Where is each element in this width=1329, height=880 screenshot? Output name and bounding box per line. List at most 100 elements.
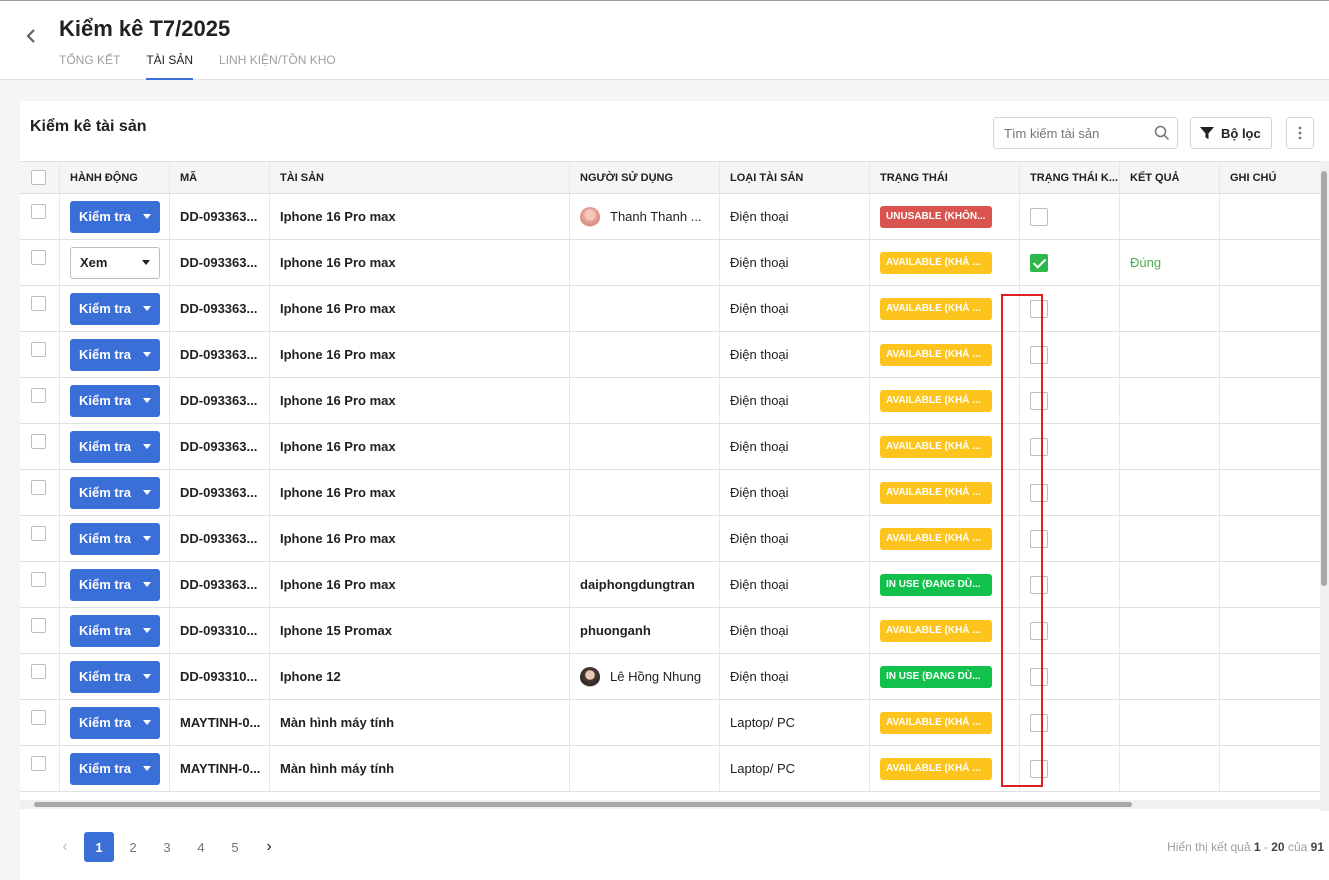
status-badge: AVAILABLE (KHẢ ...	[880, 619, 992, 642]
filter-button[interactable]: Bộ lọc	[1190, 117, 1272, 149]
column-header[interactable]: GHI CHÚ	[1220, 162, 1320, 193]
action-label: Kiểm tra	[79, 669, 132, 684]
result-prefix: Hiển thị kết quả	[1167, 840, 1251, 854]
asset-code: DD-093363...	[170, 286, 270, 331]
tab-summary[interactable]: TỔNG KẾT	[59, 52, 120, 80]
column-header[interactable]: HÀNH ĐỘNG	[60, 162, 170, 193]
row-select-checkbox[interactable]	[31, 342, 46, 357]
action-dropdown-button[interactable]: Kiểm tra	[70, 384, 160, 417]
row-select-checkbox[interactable]	[31, 204, 46, 219]
user-name: Thanh Thanh ...	[610, 209, 702, 224]
asset-code: DD-093310...	[170, 654, 270, 699]
action-dropdown-button[interactable]: Kiểm tra	[70, 568, 160, 601]
column-header[interactable]: TÀI SẢN	[270, 162, 570, 193]
avatar	[580, 206, 600, 227]
row-select-checkbox[interactable]	[31, 388, 46, 403]
asset-code: DD-093363...	[170, 562, 270, 607]
asset-type: Điện thoại	[720, 654, 870, 699]
page-button[interactable]: 4	[186, 832, 216, 862]
table-row: Kiểm tra DD-093363... Iphone 16 Pro max Điệ…	[20, 332, 1320, 378]
asset-code: MAYTINH-0...	[170, 700, 270, 745]
note	[1220, 286, 1320, 331]
range-separator: -	[1263, 840, 1268, 854]
caret-down-icon	[143, 582, 151, 587]
asset-code: DD-093363...	[170, 516, 270, 561]
action-dropdown-button[interactable]: Kiểm tra	[70, 200, 160, 233]
asset-code: DD-093363...	[170, 240, 270, 285]
check-status-checkbox[interactable]	[1030, 207, 1048, 226]
asset-name: Màn hình máy tính	[270, 700, 570, 745]
check-status-checkbox[interactable]	[1030, 253, 1048, 272]
filter-label: Bộ lọc	[1221, 125, 1261, 141]
asset-type: Điện thoại	[720, 516, 870, 561]
more-options-button[interactable]	[1286, 117, 1314, 149]
horizontal-scroll-thumb[interactable]	[34, 802, 1132, 807]
row-select-checkbox[interactable]	[31, 664, 46, 679]
table-row: Kiểm tra MAYTINH-0... Màn hình máy tính Lap…	[20, 746, 1320, 792]
page-button[interactable]: 5	[220, 832, 250, 862]
row-select-checkbox[interactable]	[31, 296, 46, 311]
action-dropdown-button[interactable]: Kiểm tra	[70, 660, 160, 693]
column-header[interactable]: MÃ	[170, 162, 270, 193]
row-select-checkbox[interactable]	[31, 480, 46, 495]
row-select-checkbox[interactable]	[31, 434, 46, 449]
check-result	[1120, 516, 1220, 561]
column-header[interactable]: TRẠNG THÁI	[870, 162, 1020, 193]
page-title: Kiểm kê T7/2025	[59, 16, 231, 41]
search-input[interactable]	[993, 117, 1178, 149]
asset-name: Màn hình máy tính	[270, 746, 570, 791]
table-row: Kiểm tra DD-093310... Iphone 12 Lê Hồng Nhu…	[20, 654, 1320, 700]
highlight-box	[1001, 294, 1043, 787]
action-dropdown-button[interactable]: Kiểm tra	[70, 522, 160, 555]
row-select-checkbox[interactable]	[31, 250, 46, 265]
table-row: Kiểm tra DD-093363... Iphone 16 Pro max Điệ…	[20, 424, 1320, 470]
vertical-scrollbar[interactable]	[1320, 161, 1329, 811]
vertical-scroll-thumb[interactable]	[1321, 171, 1327, 586]
page-button[interactable]: 1	[84, 832, 114, 862]
action-dropdown-button[interactable]: Kiểm tra	[70, 706, 160, 739]
next-page-chevron-icon[interactable]: ›	[254, 832, 284, 862]
action-dropdown-button[interactable]: Kiểm tra	[70, 752, 160, 785]
status-badge: AVAILABLE (KHẢ ...	[880, 251, 992, 274]
action-dropdown-button[interactable]: Xem	[70, 246, 160, 279]
row-select-checkbox[interactable]	[31, 710, 46, 725]
row-select-checkbox[interactable]	[31, 618, 46, 633]
table-row: Kiểm tra DD-093363... Iphone 16 Pro max Tha…	[20, 194, 1320, 240]
caret-down-icon	[143, 398, 151, 403]
tab-components-inventory[interactable]: LINH KIỆN/TỒN KHO	[219, 52, 336, 80]
column-header[interactable]: LOẠI TÀI SẢN	[720, 162, 870, 193]
user-info: Lê Hồng Nhung	[580, 666, 701, 687]
asset-type: Điện thoại	[720, 286, 870, 331]
asset-name: Iphone 15 Promax	[270, 608, 570, 653]
column-header[interactable]: TRẠNG THÁI K...	[1020, 162, 1120, 193]
select-all-checkbox[interactable]	[31, 170, 46, 185]
column-header[interactable]: KẾT QUẢ	[1120, 162, 1220, 193]
action-dropdown-button[interactable]: Kiểm tra	[70, 476, 160, 509]
action-label: Kiểm tra	[79, 761, 132, 776]
back-arrow-icon[interactable]	[22, 27, 40, 45]
asset-type: Laptop/ PC	[720, 700, 870, 745]
asset-code: DD-093363...	[170, 332, 270, 377]
prev-page-chevron-icon[interactable]: ‹	[50, 832, 80, 862]
column-header[interactable]: NGƯỜI SỬ DỤNG	[570, 162, 720, 193]
action-label: Kiểm tra	[79, 577, 132, 592]
note	[1220, 654, 1320, 699]
row-select-checkbox[interactable]	[31, 526, 46, 541]
table-row: Kiểm tra DD-093363... Iphone 16 Pro max dai…	[20, 562, 1320, 608]
check-result	[1120, 654, 1220, 699]
check-result	[1120, 470, 1220, 515]
caret-down-icon	[143, 766, 151, 771]
action-label: Kiểm tra	[79, 393, 132, 408]
tab-assets[interactable]: TÀI SẢN	[146, 52, 193, 80]
row-select-checkbox[interactable]	[31, 572, 46, 587]
status-badge: AVAILABLE (KHẢ ...	[880, 435, 992, 458]
action-dropdown-button[interactable]: Kiểm tra	[70, 614, 160, 647]
page-button[interactable]: 3	[152, 832, 182, 862]
action-dropdown-button[interactable]: Kiểm tra	[70, 292, 160, 325]
row-select-checkbox[interactable]	[31, 756, 46, 771]
page-button[interactable]: 2	[118, 832, 148, 862]
action-dropdown-button[interactable]: Kiểm tra	[70, 338, 160, 371]
action-dropdown-button[interactable]: Kiểm tra	[70, 430, 160, 463]
check-result	[1120, 700, 1220, 745]
horizontal-scrollbar[interactable]	[20, 800, 1320, 809]
